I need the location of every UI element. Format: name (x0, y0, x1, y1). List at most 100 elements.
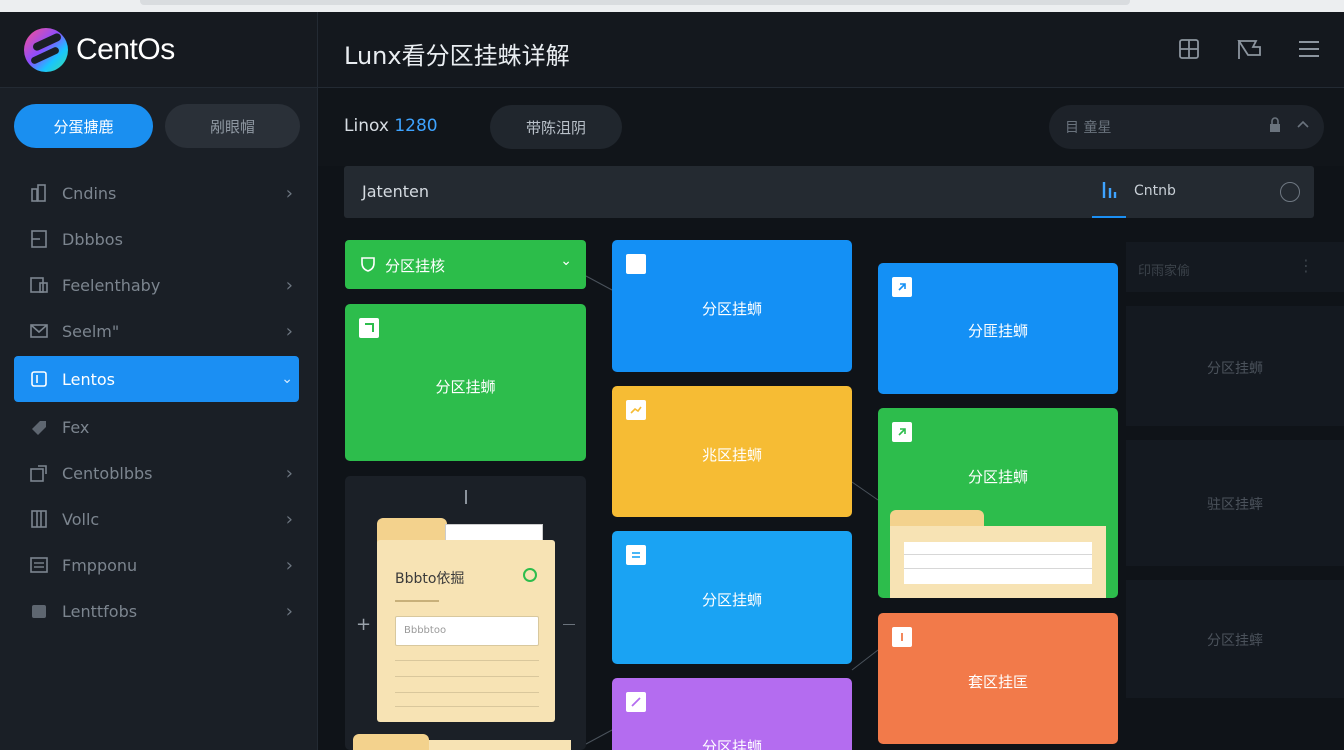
sidebar-item-seelm[interactable]: Seelm" › (14, 308, 299, 354)
ghost-card: 分区挂蛳 (1126, 306, 1344, 426)
chevron-right-icon: › (285, 274, 293, 296)
arrow-icon (892, 422, 912, 442)
smile-icon[interactable] (1280, 182, 1300, 202)
partition-card[interactable]: 套区挂匡 (878, 613, 1118, 744)
chevron-right-icon: › (285, 554, 293, 576)
card-label: 分区挂蛳 (701, 591, 762, 609)
brand-name: CentOs (76, 32, 175, 66)
partition-card[interactable]: 分匪挂蛳 (878, 263, 1118, 394)
document-field[interactable]: Bbbbtoo (395, 616, 539, 646)
sidebar-item-label: Feelenthaby (62, 275, 161, 295)
ghost-card: 驻区挂蟀 (1126, 440, 1344, 566)
ghost-card-label: 分区挂蛳 (1207, 361, 1263, 377)
more-vertical-icon[interactable]: ⋮ (1298, 256, 1314, 275)
sidebar-item-fmpponu[interactable]: Fmpponu › (14, 542, 299, 588)
doc-line (395, 706, 539, 707)
toolbar-label-prefix: Linox (344, 116, 389, 136)
file-icon (359, 318, 379, 338)
partition-card[interactable]: 分区挂蛳 (612, 678, 852, 750)
card-label: 分区挂蛳 (701, 738, 762, 750)
chevron-right-icon: › (285, 320, 293, 342)
chevron-down-icon: ⌄ (560, 253, 572, 269)
partition-card[interactable]: 分区挂蛳 (612, 240, 852, 372)
export-icon (28, 463, 50, 483)
sidebar-item-label: Lenttfobs (62, 601, 138, 621)
flag-icon[interactable] (1236, 36, 1262, 62)
sidebar: CentOs 分蛋搪鹿 剐眼帽 Cndins › Dbbbos Feelenth… (0, 12, 318, 750)
sidebar-item-label: Fmpponu (62, 555, 138, 575)
partition-card[interactable]: 分区挂蛳 (878, 408, 1118, 598)
sidebar-item-label: Vollc (62, 509, 100, 529)
chart-tab[interactable] (1092, 166, 1126, 218)
partition-dropdown[interactable]: 分区挂核 ⌄ (345, 240, 586, 289)
sidebar-item-feelenthaby[interactable]: Feelenthaby › (14, 262, 299, 308)
document-card[interactable]: Bbbto依掘 Bbbbtoo (377, 540, 555, 722)
chevron-right-icon: › (285, 462, 293, 484)
partition-card[interactable]: 兆区挂蛳 (612, 386, 852, 517)
sidebar-item-vollc[interactable]: Vollc › (14, 496, 299, 542)
doc-line (904, 568, 1092, 569)
grid-icon[interactable] (1176, 36, 1202, 62)
document-field-value: Bbbbtoo (404, 625, 447, 636)
sidebar-item-lentos[interactable]: Lentos ⌄ (14, 356, 299, 402)
header: Lunx看分区挂蛛详解 (318, 12, 1344, 88)
image-icon (28, 275, 50, 295)
folder-tab (353, 734, 429, 750)
ghost-card: 分区挂蟀 (1126, 580, 1344, 698)
menu-icon[interactable] (1296, 36, 1322, 62)
document-panel: + Bbbto依掘 Bbbbtoo (345, 476, 586, 750)
card-label: 分区挂蛳 (701, 300, 762, 318)
dropdown-label: 分区挂核 (385, 257, 446, 275)
sidebar-item-centoblbbs[interactable]: Centoblbbs › (14, 450, 299, 496)
partition-card[interactable]: 分区挂蛳 (612, 531, 852, 664)
app-window: CentOs 分蛋搪鹿 剐眼帽 Cndins › Dbbbos Feelenth… (0, 0, 1344, 750)
document-icon (28, 229, 50, 249)
sidebar-item-label: Cndins (62, 183, 117, 203)
sidebar-item-label: Seelm" (62, 321, 120, 341)
edit-icon (626, 692, 646, 712)
sidebar-item-label: Centoblbbs (62, 463, 153, 483)
brand[interactable]: CentOs (0, 12, 317, 88)
toolbar-pill-button[interactable]: 带陈沮阴 (490, 105, 622, 149)
folder-paper (904, 542, 1092, 584)
primary-button[interactable]: 分蛋搪鹿 (14, 104, 153, 148)
search-placeholder: 目 童星 (1065, 120, 1112, 136)
add-icon[interactable]: + (356, 614, 371, 635)
ghost-card-label: 分区挂蟀 (1207, 633, 1263, 649)
list-icon (626, 545, 646, 565)
chevron-right-icon: › (285, 182, 293, 204)
chart-icon (626, 400, 646, 420)
sidebar-item-cndins[interactable]: Cndins › (14, 170, 299, 216)
search-input[interactable]: 目 童星 (1049, 105, 1324, 149)
shield-icon (359, 254, 377, 276)
card-label: 分匪挂蛳 (967, 322, 1028, 340)
sidebar-item-lenttfobs[interactable]: Lenttfobs › (14, 588, 299, 634)
status-dot-icon (523, 568, 537, 582)
folder-body (890, 526, 1106, 598)
sidebar-item-label: Dbbbos (62, 229, 123, 249)
card-label: 分区挂蛳 (967, 468, 1028, 486)
toolbar: Linox 1280 带陈沮阴 目 童星 (318, 88, 1344, 166)
toolbar-label-number: 1280 (394, 116, 438, 136)
chevron-up-icon[interactable] (1296, 117, 1310, 137)
partition-card[interactable]: 分区挂蛳 (345, 304, 586, 461)
sidebar-nav: Cndins › Dbbbos Feelenthaby › Seelm" › L… (0, 164, 317, 634)
lock-icon (1268, 117, 1282, 137)
card-label: 兆区挂蛳 (701, 446, 762, 464)
ghost-header: 印雨家偷 ⋮ (1126, 242, 1344, 292)
doc-line (395, 692, 539, 693)
sidebar-item-dbbbos[interactable]: Dbbbos (14, 216, 299, 262)
ghost-card-label: 驻区挂蟀 (1207, 497, 1263, 513)
doc-line (395, 660, 539, 661)
minus-icon[interactable] (563, 624, 575, 625)
sidebar-item-fex[interactable]: Fex (14, 404, 299, 450)
content-header-bar: Jatenten Cntnb (344, 166, 1314, 218)
toolbar-label: Linox 1280 (344, 116, 438, 136)
card-label: 分区挂蛳 (435, 378, 496, 396)
browser-top-strip (0, 0, 1344, 12)
bar-label: Jatenten (362, 182, 430, 201)
bar-tab-name[interactable]: Cntnb (1134, 183, 1176, 199)
ghost-header-label: 印雨家偷 (1138, 264, 1191, 279)
list-icon (28, 555, 50, 575)
secondary-button[interactable]: 剐眼帽 (165, 104, 300, 148)
